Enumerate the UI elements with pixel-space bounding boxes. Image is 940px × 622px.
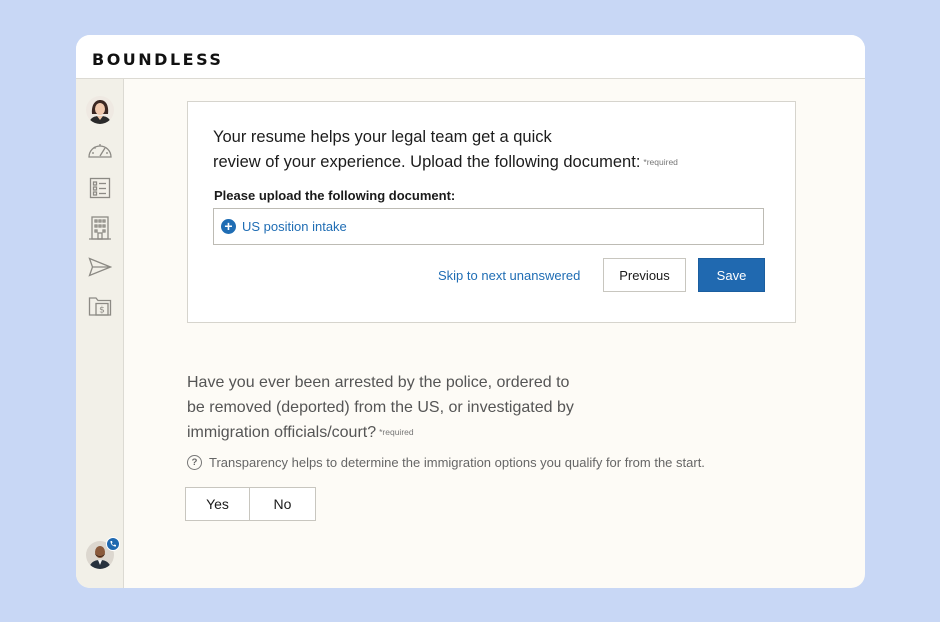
yes-button[interactable]: Yes — [185, 487, 250, 521]
top-bar: BOUNDLESS — [76, 35, 865, 79]
sidebar: $ — [76, 79, 124, 588]
app-window: BOUNDLESS $ Your resume helps your legal… — [76, 35, 865, 588]
arrest-question-line-1: Have you ever been arrested by the polic… — [187, 374, 570, 391]
question-line-1: Your resume helps your legal team get a … — [213, 128, 552, 146]
required-marker: *required — [379, 427, 414, 437]
hint-text: ? Transparency helps to determine the im… — [187, 455, 705, 470]
no-button[interactable]: No — [249, 487, 316, 521]
upload-card: Your resume helps your legal team get a … — [187, 101, 796, 323]
upload-field[interactable]: + US position intake — [213, 208, 764, 245]
question-line-2: review of your experience. Upload the fo… — [213, 153, 641, 171]
upload-item-link[interactable]: US position intake — [242, 219, 347, 234]
resume-question: Your resume helps your legal team get a … — [213, 125, 753, 175]
arrest-question-line-2: be removed (deported) from the US, or in… — [187, 399, 574, 416]
folder-dollar-icon[interactable]: $ — [86, 292, 114, 320]
hint-label: Transparency helps to determine the immi… — [209, 455, 705, 470]
arrest-question-line-3: immigration officials/court? — [187, 424, 377, 441]
building-icon[interactable] — [86, 214, 114, 242]
previous-button[interactable]: Previous — [603, 258, 686, 292]
svg-text:$: $ — [99, 306, 105, 316]
user-avatar[interactable] — [86, 96, 114, 124]
phone-icon[interactable] — [106, 537, 120, 551]
add-circle-icon[interactable]: + — [221, 219, 236, 234]
send-icon[interactable] — [86, 253, 114, 281]
upload-label: Please upload the following document: — [214, 188, 456, 203]
required-marker: *required — [643, 157, 678, 167]
boundless-logo[interactable]: BOUNDLESS — [92, 50, 223, 69]
dashboard-gauge-icon[interactable] — [86, 136, 114, 164]
arrest-question: Have you ever been arrested by the polic… — [187, 370, 647, 445]
skip-link[interactable]: Skip to next unanswered — [438, 268, 580, 283]
form-list-icon[interactable] — [86, 174, 114, 202]
save-button[interactable]: Save — [698, 258, 765, 292]
help-icon: ? — [187, 455, 202, 470]
